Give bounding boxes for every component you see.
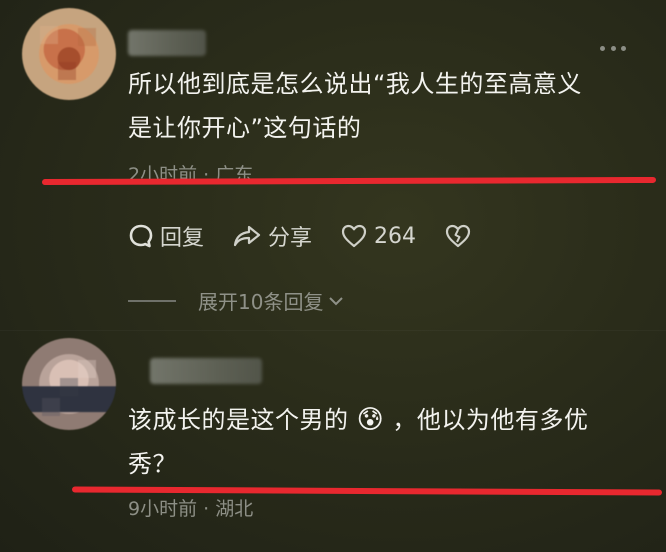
username[interactable] <box>150 358 262 384</box>
avatar-pixel <box>78 360 96 378</box>
comment-text: 所以他到底是怎么说出“我人生的至高意义 是让你开心”这句话的 <box>128 62 648 150</box>
reply-label: 回复 <box>160 226 205 251</box>
share-arrow-icon <box>233 225 261 247</box>
avatar-pixel <box>42 398 60 416</box>
comment-text-part: 该成长的是这个男的 <box>128 406 349 434</box>
avatar-pixel <box>58 62 76 80</box>
avatar[interactable] <box>22 338 116 430</box>
avatar-pixel <box>40 26 58 44</box>
comment-text-line-1: 所以他到底是怎么说出“我人生的至高意义 <box>128 70 582 98</box>
comment-text-part: ，他以为他有多优 <box>392 406 589 434</box>
like-button[interactable]: 264 <box>340 223 416 249</box>
avatar-pixel <box>78 28 96 46</box>
like-count: 264 <box>374 223 417 249</box>
username[interactable] <box>128 30 206 56</box>
comment-text: 该成长的是这个男的 😰 ，他以为他有多优 秀？ <box>128 398 648 486</box>
comment-text-line-2: 是让你开心”这句话的 <box>128 114 362 142</box>
expand-replies-label: 展开10条回复 <box>198 290 324 314</box>
avatar-pixel <box>60 378 78 396</box>
comment-meta: 9小时前 · 湖北 <box>128 498 254 520</box>
avatar[interactable] <box>22 8 116 100</box>
comment-text-line-2: 秀？ <box>128 450 177 478</box>
expand-line <box>128 299 176 302</box>
emoji-anxious-face: 😰 <box>356 405 385 435</box>
comment-actions: 回复 分享 264 <box>128 218 506 254</box>
expand-replies-button[interactable]: 展开10条回复 <box>128 286 345 315</box>
share-label: 分享 <box>268 226 313 251</box>
heart-icon <box>341 224 367 248</box>
dislike-button[interactable] <box>444 223 478 249</box>
more-dots-icon[interactable] <box>600 46 626 52</box>
share-button[interactable]: 分享 <box>232 220 312 252</box>
comment-divider <box>0 330 666 331</box>
reply-button[interactable]: 回复 <box>128 220 204 252</box>
annotation-underline <box>41 176 657 186</box>
chevron-down-icon <box>329 296 344 305</box>
broken-heart-icon <box>445 224 471 248</box>
reply-bubble-icon <box>129 224 153 248</box>
comment-text-line-1: 该成长的是这个男的 😰 ，他以为他有多优 <box>128 398 648 442</box>
